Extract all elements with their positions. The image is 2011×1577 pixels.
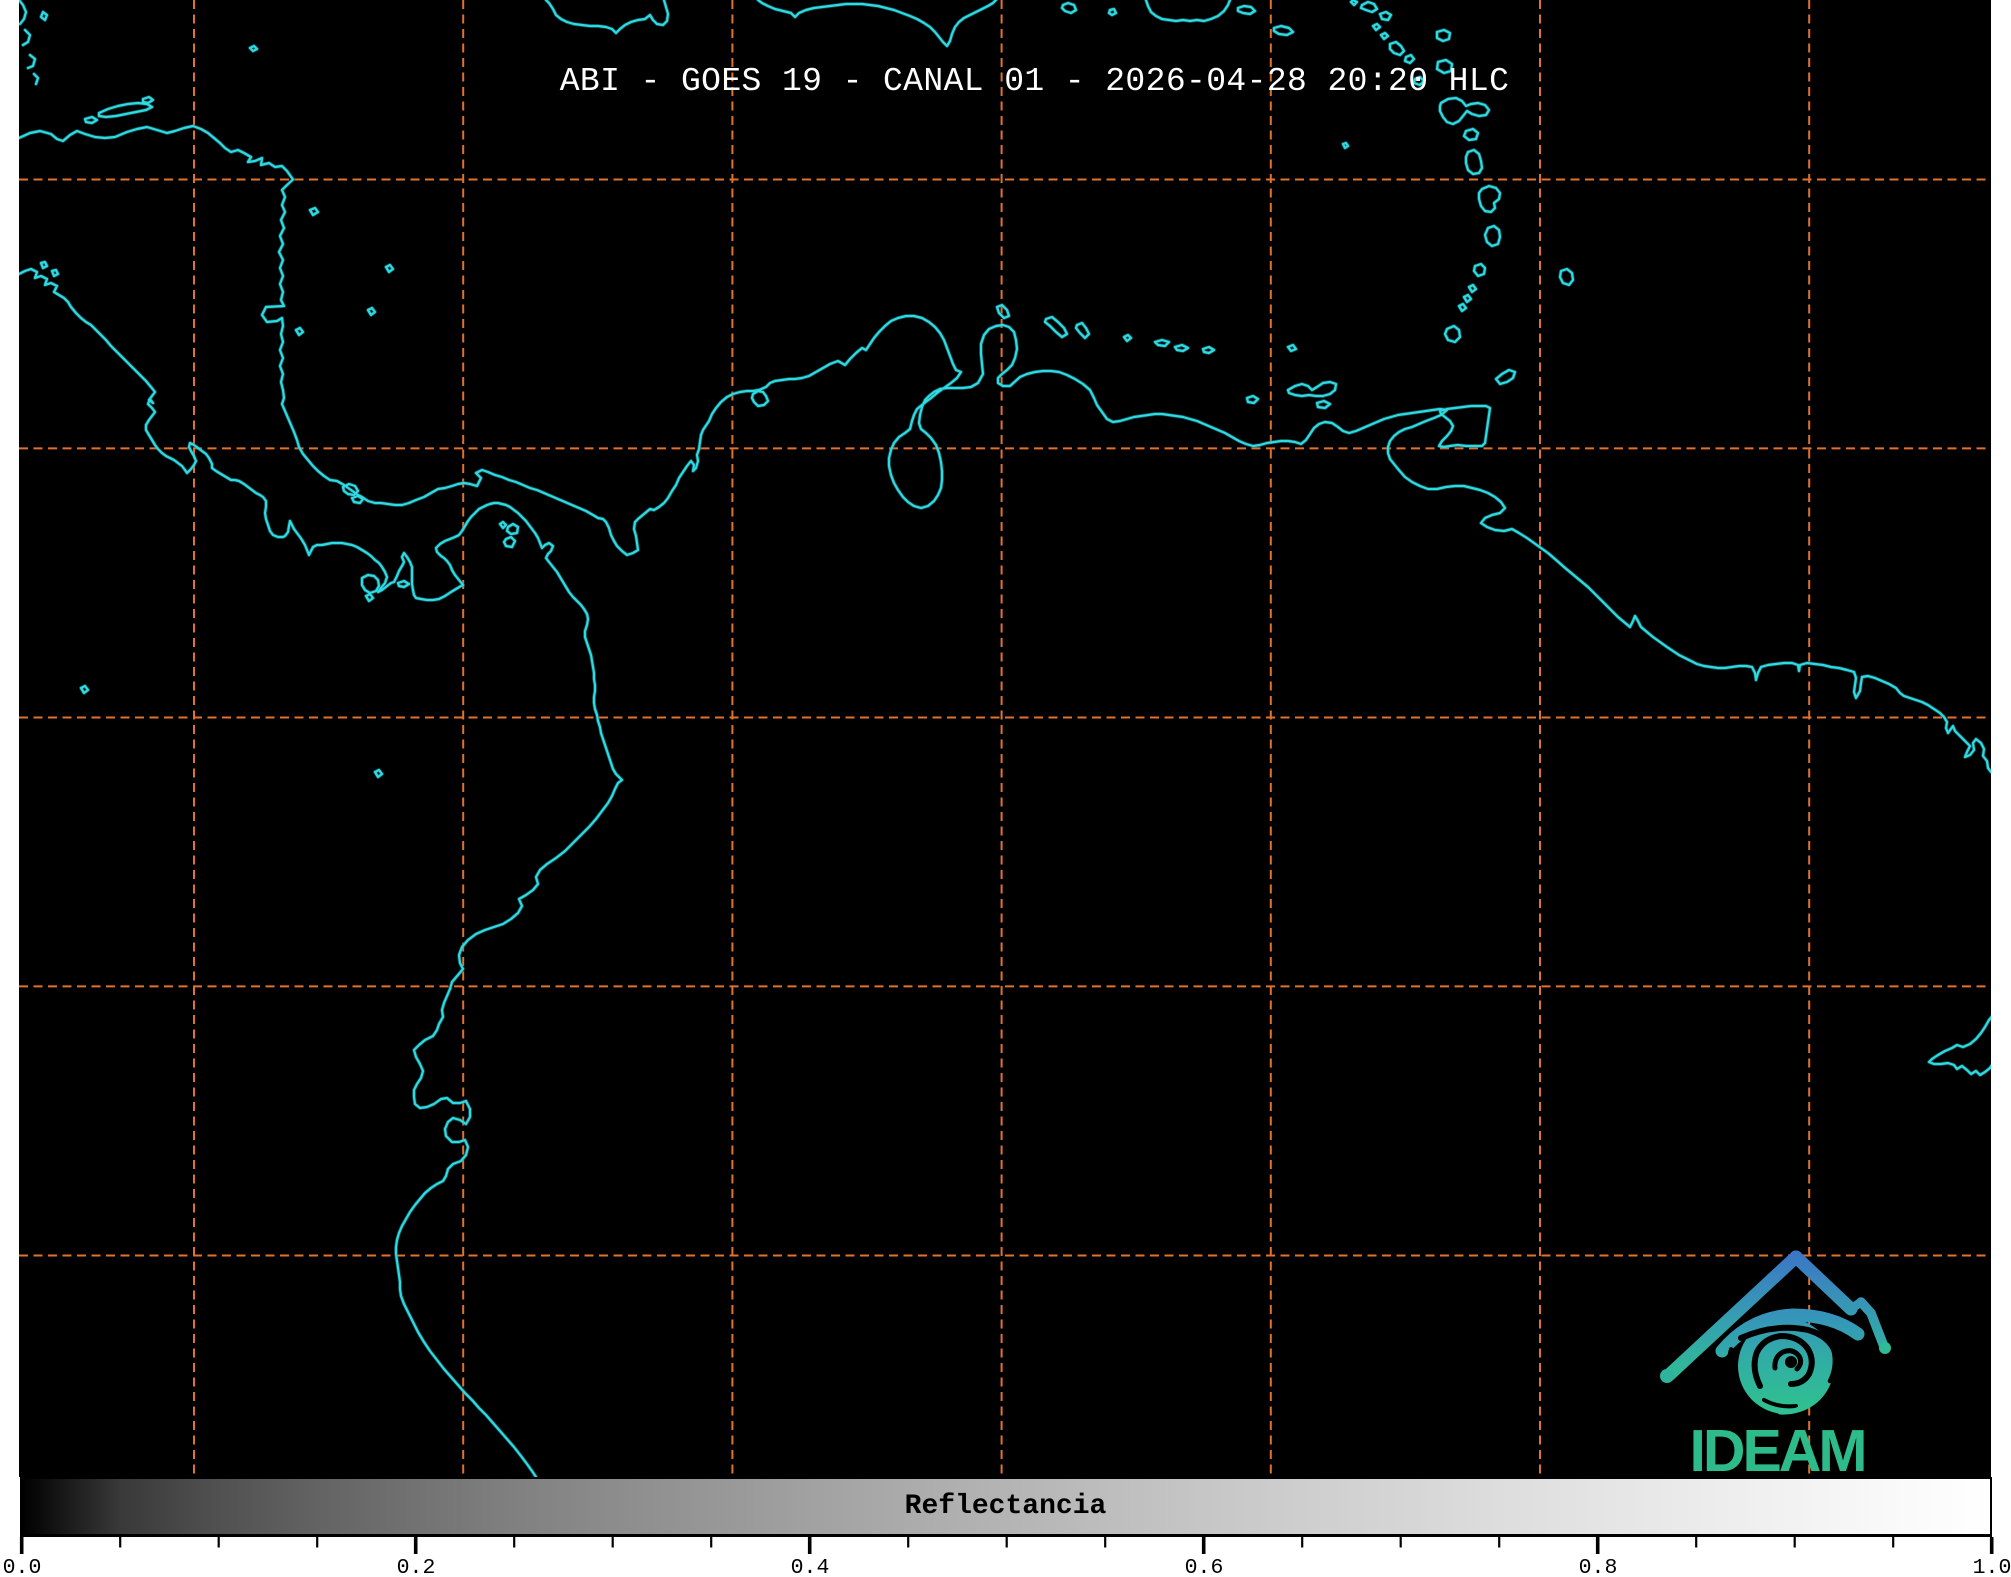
svg-text:IDEAM: IDEAM <box>1689 1418 1864 1484</box>
